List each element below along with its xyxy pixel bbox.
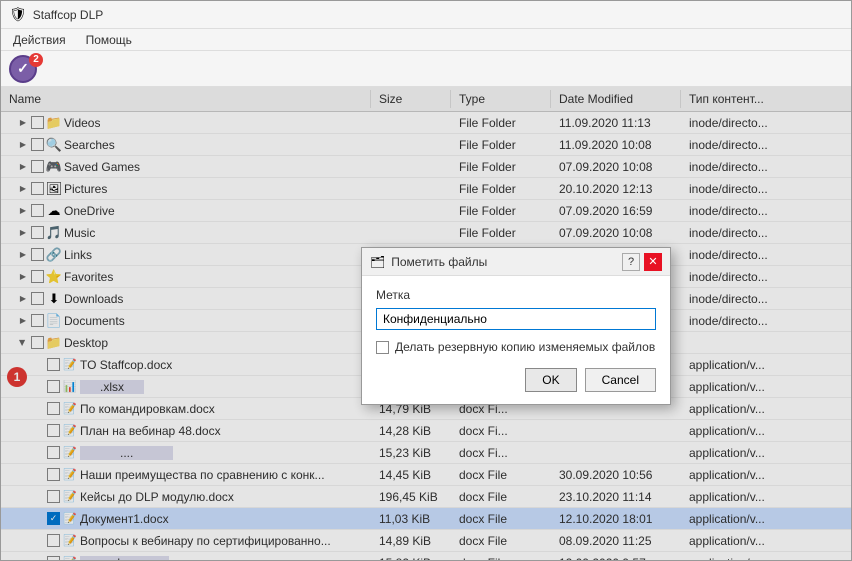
menu-help[interactable]: Помощь (82, 31, 136, 49)
dialog-title: Пометить файлы (391, 255, 487, 269)
toolbar: ✓ 2 (1, 51, 851, 87)
dialog-backup-label: Делать резервную копию изменяемых файлов (395, 340, 655, 354)
menu-actions[interactable]: Действия (9, 31, 70, 49)
app-title: Staffcop DLP (33, 8, 104, 22)
dialog-close-button[interactable]: ✕ (644, 253, 662, 271)
dialog-metka-input[interactable] (376, 308, 656, 330)
dialog-checkbox-row: Делать резервную копию изменяемых файлов (376, 340, 656, 354)
content-area: Name Size Type Date Modified Тип контент… (1, 87, 851, 560)
main-window: 🛡 Staffcop DLP Действия Помощь ✓ 2 Name … (0, 0, 852, 561)
title-bar: 🛡 Staffcop DLP (1, 1, 851, 29)
dialog-body: Метка Делать резервную копию изменяемых … (362, 276, 670, 404)
dialog-buttons: OK Cancel (376, 368, 656, 392)
dialog-backup-checkbox[interactable] (376, 341, 389, 354)
badge-counter: 2 (29, 53, 43, 67)
mark-files-dialog: 🗂 Пометить файлы ? ✕ Метка Делать резерв… (361, 247, 671, 405)
dialog-title-bar: 🗂 Пометить файлы ? ✕ (362, 248, 670, 276)
dialog-cancel-button[interactable]: Cancel (585, 368, 656, 392)
dialog-ok-button[interactable]: OK (525, 368, 576, 392)
menu-bar: Действия Помощь (1, 29, 851, 51)
dialog-question-button[interactable]: ? (622, 253, 640, 271)
dialog-window-icon: 🗂 (370, 255, 385, 269)
main-action-button[interactable]: ✓ 2 (9, 55, 37, 83)
checkmark-icon: ✓ (17, 60, 29, 77)
dialog-metka-label: Метка (376, 288, 656, 302)
app-icon: 🛡 (9, 6, 27, 23)
dialog-title-controls: ? ✕ (622, 253, 662, 271)
